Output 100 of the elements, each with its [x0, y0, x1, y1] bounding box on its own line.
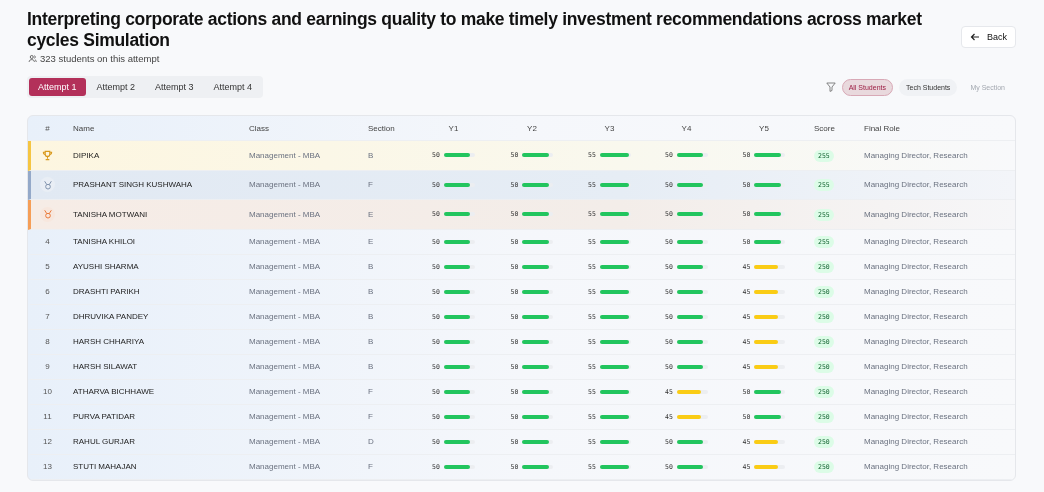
users-icon: [28, 54, 37, 63]
class-cell-text: Management - MBA: [248, 150, 322, 160]
score-bar: [522, 239, 554, 244]
student-name: HARSH CHHARIYA: [72, 337, 145, 346]
class-cell-text: Management - MBA: [248, 387, 322, 396]
score-bar: [754, 464, 786, 469]
attempt-tab[interactable]: Attempt 2: [87, 78, 145, 96]
filter-icon[interactable]: [825, 82, 836, 92]
section-cell-text: E: [367, 237, 375, 246]
student-name: DIPIKA: [72, 150, 101, 160]
class-cell-text: Management - MBA: [248, 237, 322, 246]
rank-number: 9: [45, 362, 50, 371]
back-button[interactable]: Back: [961, 26, 1016, 48]
class-cell-text: Management - MBA: [248, 337, 322, 346]
score-bar: [754, 314, 786, 319]
student-name: AYUSHI SHARMA: [72, 262, 140, 271]
score-bar: [599, 414, 631, 419]
score-bar: [599, 239, 631, 244]
score-bar: [522, 439, 554, 444]
student-name: TANISHA MOTWANI: [72, 209, 149, 219]
section-cell-text: F: [367, 387, 374, 396]
score-bar: [522, 364, 554, 369]
medal-icon: [40, 206, 55, 222]
attempt-tab[interactable]: Attempt 4: [204, 78, 262, 96]
score-bar: [754, 414, 786, 419]
class-cell-text: Management - MBA: [248, 437, 322, 446]
score-bar: [599, 364, 631, 369]
medal-icon: [40, 177, 55, 193]
final-role: Managing Director, Research: [863, 462, 969, 471]
score-bar: [443, 339, 475, 344]
class-cell-text: Management - MBA: [248, 462, 322, 471]
class-cell-text: Management - MBA: [248, 180, 322, 190]
column-header: Y2: [526, 123, 538, 133]
score-bar: [599, 264, 631, 269]
final-role: Managing Director, Research: [863, 237, 969, 246]
column-header: Final Role: [863, 123, 901, 133]
score-bar: [443, 364, 475, 369]
score-bar: [676, 264, 708, 269]
student-name: DRASHTI PARIKH: [72, 287, 141, 296]
score-bar: [599, 464, 631, 469]
final-role: Managing Director, Research: [863, 262, 969, 271]
student-name: HARSH SILAWAT: [72, 362, 139, 371]
page-title: Interpreting corporate actions and earnings quality to make timely investment recommendations across market cycles Simulation: [27, 9, 923, 51]
final-role: Managing Director, Research: [863, 362, 969, 371]
column-header: Y3: [603, 123, 616, 133]
column-header: #: [44, 123, 51, 133]
section-cell-text: B: [367, 337, 375, 346]
rank-number: 12: [43, 437, 52, 446]
score-bar: [522, 339, 554, 344]
rank-number: 13: [43, 462, 52, 471]
rank-number: 5: [45, 262, 50, 271]
student-count: 323 students on this attempt: [40, 53, 160, 64]
section-cell-text: B: [367, 362, 375, 371]
score-bar: [676, 389, 708, 394]
score-bar: [676, 464, 708, 469]
column-header: Y1: [447, 123, 460, 133]
attempt-tab[interactable]: Attempt 1: [29, 78, 86, 96]
score-bar: [443, 239, 475, 244]
score-bar: [754, 364, 786, 369]
back-arrow-icon: [970, 32, 980, 42]
rank-number: 11: [43, 412, 52, 421]
section-cell-text: B: [367, 287, 375, 296]
score-bar: [599, 314, 631, 319]
section-cell-text: F: [367, 412, 374, 421]
rank-number: 4: [45, 237, 50, 246]
score-bar: [676, 182, 708, 187]
final-role: Managing Director, Research: [863, 287, 969, 296]
score-bar: [676, 314, 708, 319]
score-bar: [522, 314, 554, 319]
score-bar: [754, 182, 786, 187]
column-header: Section: [367, 123, 396, 133]
rank-number: 7: [45, 312, 50, 321]
score-bar: [676, 212, 708, 217]
final-role: Managing Director, Research: [863, 312, 969, 321]
student-name: TANISHA KHILOI: [72, 237, 137, 246]
score-bar: [754, 389, 786, 394]
section-cell-text: F: [367, 180, 374, 190]
trophy-icon: [42, 149, 53, 161]
score-bar: [754, 212, 786, 217]
score-bar: [443, 289, 475, 294]
final-role: Managing Director, Research: [863, 150, 969, 160]
score-bar: [522, 182, 554, 187]
column-header: Y5: [758, 123, 770, 133]
final-role: Managing Director, Research: [863, 337, 969, 346]
rank-number: 8: [45, 337, 50, 346]
score-bar: [676, 289, 708, 294]
column-header: Class: [248, 123, 270, 133]
class-cell-text: Management - MBA: [248, 287, 322, 296]
student-name: STUTI MAHAJAN: [72, 462, 138, 471]
score-bar: [676, 339, 708, 344]
score-bar: [522, 289, 554, 294]
score-bar: [754, 289, 786, 294]
section-cell-text: D: [367, 437, 375, 446]
final-role: Managing Director, Research: [863, 180, 969, 190]
class-cell-text: Management - MBA: [248, 209, 322, 219]
score-bar: [443, 389, 475, 394]
section-cell-text: B: [367, 312, 375, 321]
score-bar: [599, 153, 631, 158]
section-cell-text: E: [367, 209, 375, 219]
attempt-tab[interactable]: Attempt 3: [146, 78, 203, 96]
